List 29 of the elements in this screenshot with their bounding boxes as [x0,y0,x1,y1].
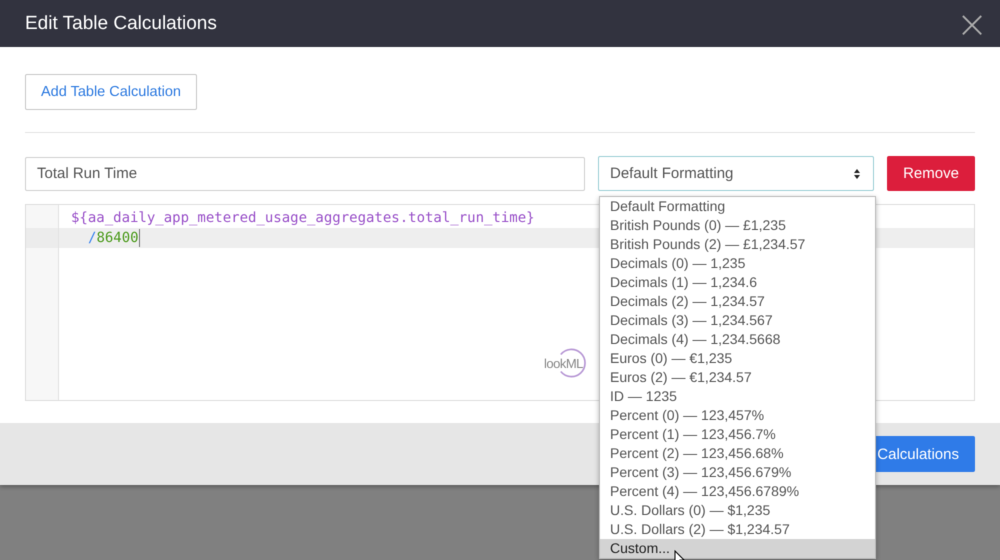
name-input-field[interactable]: Total Run Time [25,156,585,190]
format-option[interactable]: U.S. Dollars (2) — $1,234.57 [600,520,875,539]
format-select[interactable]: Default Formatting [598,156,874,191]
text-cursor [138,229,140,248]
format-option[interactable]: Decimals (0) — 1,235 [600,254,875,273]
dialog-title: Edit Table Calculations [25,12,217,34]
close-button[interactable]: × [956,4,988,42]
format-option[interactable]: Percent (0) — 123,457% [600,406,875,425]
format-option[interactable]: Percent (3) — 123,456.679% [600,463,875,482]
format-option[interactable]: Percent (1) — 123,456.7% [600,425,875,444]
format-option[interactable]: British Pounds (2) — £1,234.57 [600,235,875,254]
code-line: /86400 [88,230,139,246]
format-option[interactable]: Euros (0) — €1,235 [600,349,875,368]
format-option[interactable]: British Pounds (0) — £1,235 [600,216,875,235]
format-option[interactable]: Percent (2) — 123,456.68% [600,444,875,463]
format-option[interactable]: Decimals (2) — 1,234.57 [600,292,875,311]
sort-arrows-icon [853,168,861,180]
lookml-logo: lookML [544,345,592,381]
code-line: ${aa_daily_app_metered_usage_aggregates.total_run_time} [71,210,535,226]
format-option[interactable]: Decimals (1) — 1,234.6 [600,273,875,292]
add-table-calculation-button[interactable]: Add Table Calculation [25,74,197,110]
format-option[interactable]: Custom... [600,539,875,558]
format-option[interactable]: U.S. Dollars (0) — $1,235 [600,501,875,520]
remove-button[interactable]: Remove [887,156,975,191]
format-option[interactable]: Euros (2) — €1,234.57 [600,368,875,387]
format-option[interactable]: Decimals (3) — 1,234.567 [600,311,875,330]
format-option[interactable]: Decimals (4) — 1,234.5668 [600,330,875,349]
gutter-highlight [26,228,58,248]
format-option[interactable]: Percent (4) — 123,456.6789% [600,482,875,501]
